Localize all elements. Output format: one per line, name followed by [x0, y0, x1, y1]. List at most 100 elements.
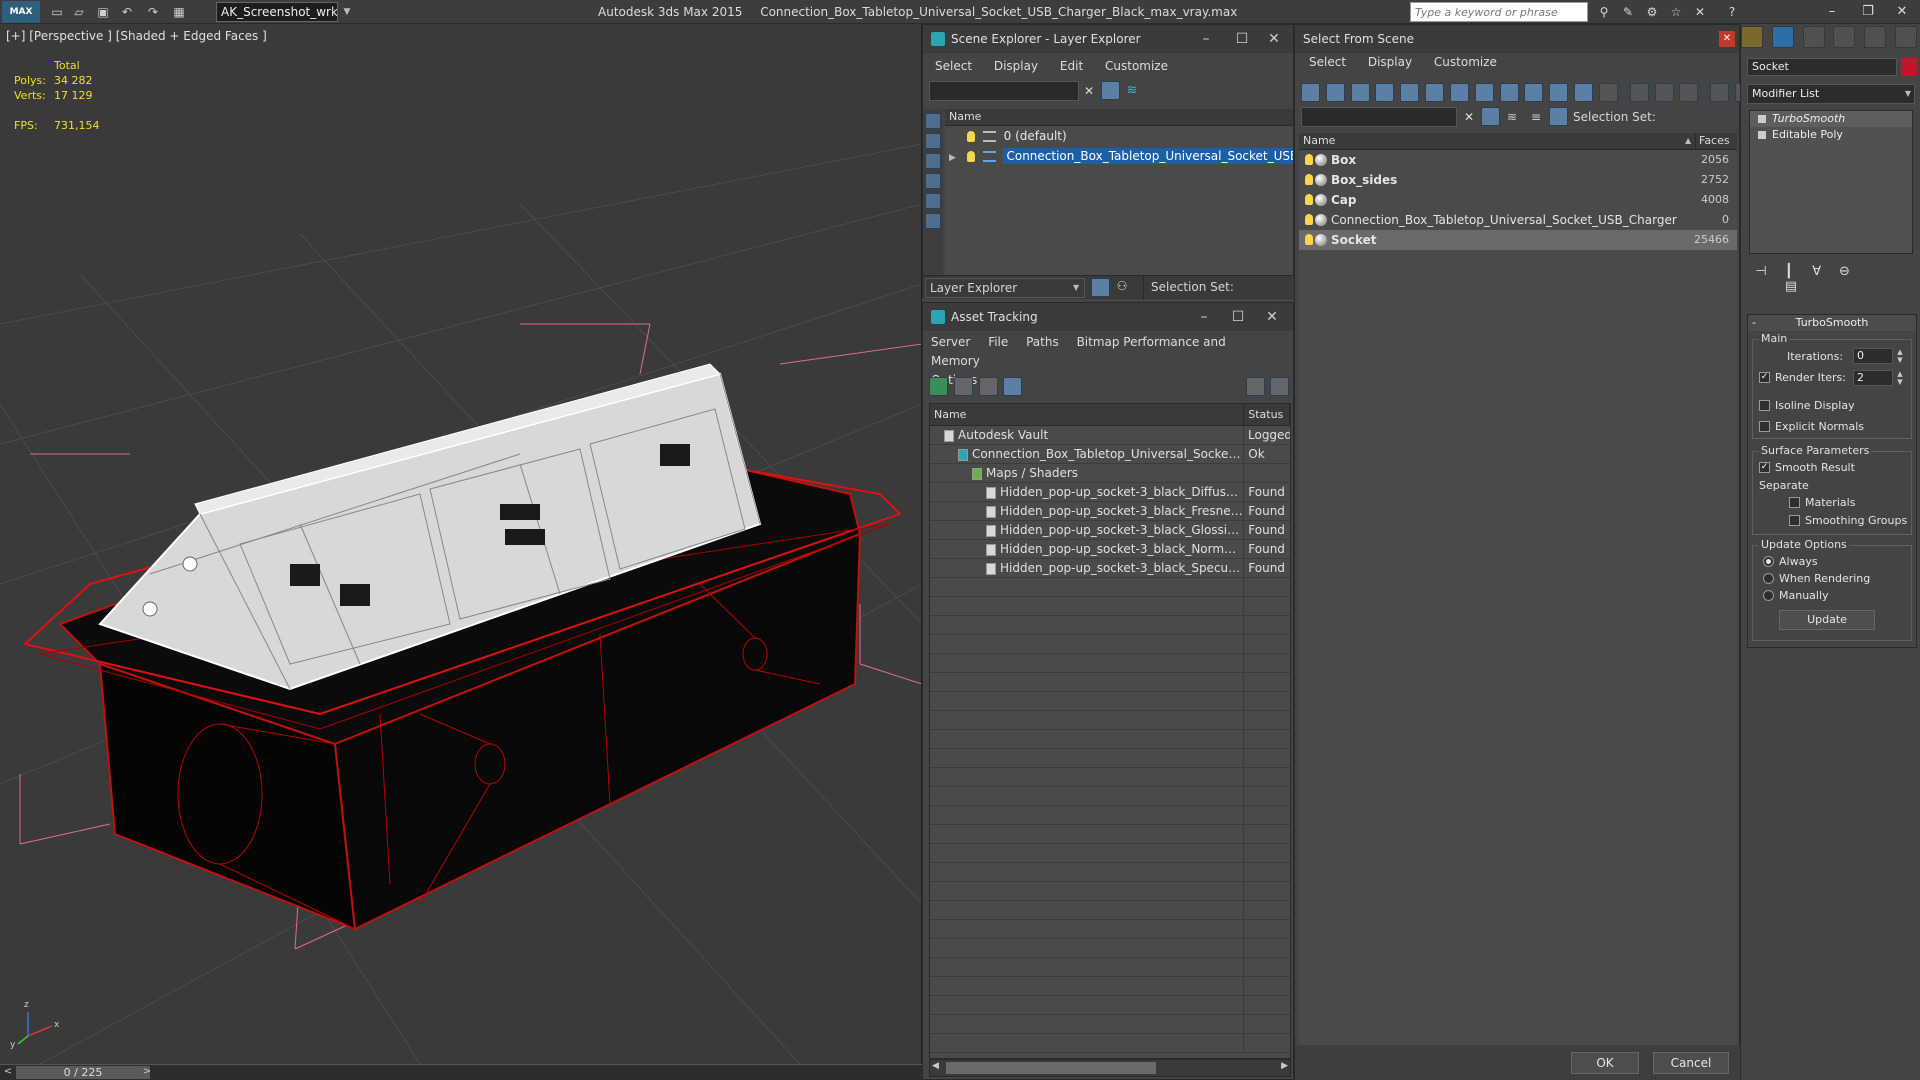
spinner-arrows-icon[interactable]: ▲ ▼ — [1895, 370, 1905, 386]
asset-tracking-titlebar[interactable]: Asset Tracking – ☐ ✕ — [923, 303, 1293, 331]
object-row[interactable]: Cap 4008 — [1299, 190, 1737, 210]
lightbulb-icon[interactable] — [1305, 214, 1313, 225]
display-frozen-icon[interactable] — [1549, 83, 1569, 102]
time-slider-next-button[interactable]: > — [140, 1065, 154, 1079]
restore-icon[interactable]: ❐ — [1850, 0, 1886, 24]
asset-row[interactable]: Hidden_pop-up_socket-3_black_Diffuse....… — [930, 483, 1290, 502]
always-radio[interactable] — [1763, 556, 1774, 567]
object-row[interactable]: Box_sides 2752 — [1299, 170, 1737, 190]
asset-row[interactable]: Connection_Box_Tabletop_Universal_Socket… — [930, 445, 1290, 464]
save-file-icon[interactable]: ▣ — [94, 3, 112, 21]
tools-icon[interactable]: ✎ — [1618, 3, 1638, 21]
menu-customize[interactable]: Customize — [1105, 59, 1168, 73]
cancel-button[interactable]: Cancel — [1653, 1052, 1729, 1074]
list-view-icon[interactable] — [953, 377, 973, 396]
refresh-icon[interactable] — [929, 377, 948, 396]
modify-tab-icon[interactable] — [1771, 26, 1794, 48]
exchange-icon[interactable]: ✕ — [1690, 3, 1710, 21]
menu-edit[interactable]: Edit — [1060, 59, 1083, 73]
table-view-icon[interactable] — [1003, 377, 1023, 396]
minimize-icon[interactable]: – — [1191, 25, 1221, 53]
asset-row[interactable]: Hidden_pop-up_socket-3_black_Fresnel....… — [930, 502, 1290, 521]
clear-search-icon[interactable]: ✕ — [1461, 109, 1477, 125]
minimize-icon[interactable]: – — [1189, 303, 1219, 331]
undo-icon[interactable]: ↶ — [118, 3, 136, 21]
perspective-viewport[interactable]: [+] [Perspective ] [Shaded + Edged Faces… — [0, 24, 922, 1064]
display-all-icon[interactable] — [1598, 83, 1618, 102]
select-all-icon[interactable] — [1629, 83, 1649, 102]
object-row[interactable]: Box 2056 — [1299, 150, 1737, 170]
object-row[interactable]: Socket 25466 — [1299, 230, 1737, 250]
object-row[interactable]: Connection_Box_Tabletop_Universal_Socket… — [1299, 210, 1737, 230]
scroll-right-icon[interactable]: ▶ — [1281, 1061, 1288, 1071]
chevron-down-icon[interactable]: ▼ — [340, 3, 354, 21]
display-lights-icon[interactable] — [1350, 83, 1370, 102]
horizontal-scrollbar[interactable]: ◀ ▶ — [929, 1059, 1291, 1077]
turbosmooth-rollout-header[interactable]: - TurboSmooth — [1748, 315, 1916, 331]
select-from-scene-titlebar[interactable]: Select From Scene — [1295, 25, 1739, 53]
project-folder-icon[interactable]: ▦ — [170, 3, 188, 21]
display-cameras-icon[interactable] — [1375, 83, 1395, 102]
column-header-name[interactable]: Name — [945, 109, 1293, 126]
layers-icon[interactable]: ≡ — [1527, 108, 1545, 126]
hierarchy-tab-icon[interactable] — [1802, 26, 1825, 48]
filter-icon[interactable] — [1710, 83, 1730, 102]
layer-row[interactable]: ▶ Connection_Box_Tabletop_Universal_Sock… — [945, 146, 1293, 166]
display-geometry-icon[interactable] — [1301, 83, 1320, 102]
scene-explorer-titlebar[interactable]: Scene Explorer - Layer Explorer – ☐ ✕ — [923, 25, 1293, 53]
time-slider[interactable]: 0 / 225 — [16, 1066, 150, 1079]
show-end-result-icon[interactable]: ┃ — [1777, 264, 1801, 279]
display-helpers-icon[interactable] — [1400, 83, 1420, 102]
when-rendering-radio[interactable] — [1763, 573, 1774, 584]
column-header-status[interactable]: Status — [1244, 404, 1290, 425]
help-icon[interactable]: ? — [1722, 3, 1742, 21]
maximize-icon[interactable]: ☐ — [1227, 25, 1257, 53]
display-helpers-icon[interactable] — [925, 193, 941, 209]
minimize-icon[interactable]: – — [1814, 0, 1850, 24]
scroll-left-icon[interactable]: ◀ — [932, 1061, 939, 1071]
expand-arrow-icon[interactable]: ▶ — [949, 148, 963, 166]
select-none-icon[interactable] — [1654, 83, 1674, 102]
asset-row[interactable]: Autodesk Vault Logged — [930, 426, 1290, 445]
chevron-down-icon[interactable]: ▼ — [1073, 278, 1085, 298]
materials-checkbox[interactable] — [1789, 497, 1800, 508]
chevron-down-icon[interactable]: ▼ — [1901, 86, 1915, 102]
menu-bitmap-performance[interactable]: Bitmap Performance and Memory — [931, 335, 1226, 368]
smoothing-groups-checkbox[interactable] — [1789, 515, 1800, 526]
make-unique-icon[interactable]: ∀ — [1805, 264, 1829, 279]
display-cameras-icon[interactable] — [925, 173, 941, 189]
render-iters-checkbox[interactable]: ✓ — [1759, 372, 1770, 383]
menu-paths[interactable]: Paths — [1026, 335, 1059, 349]
stack-item-turbosmooth[interactable]: TurboSmooth — [1750, 111, 1912, 127]
display-lights-icon[interactable] — [925, 153, 941, 169]
asset-row[interactable]: Hidden_pop-up_socket-3_black_Specula....… — [930, 559, 1290, 578]
utilities-tab-icon[interactable] — [1895, 26, 1918, 48]
render-iters-spinner[interactable]: 2 — [1853, 370, 1893, 386]
display-spacewarps-icon[interactable] — [925, 213, 941, 229]
display-shapes-icon[interactable] — [1325, 83, 1345, 102]
filter-icon[interactable] — [1101, 81, 1120, 100]
close-icon[interactable]: ✕ — [1719, 31, 1735, 47]
maximize-icon[interactable]: ☐ — [1223, 303, 1253, 331]
display-hidden-icon[interactable] — [1574, 83, 1594, 102]
update-button[interactable]: Update — [1779, 610, 1875, 630]
explorer-type-dropdown[interactable]: Layer Explorer — [925, 278, 1085, 298]
display-xrefs-icon[interactable] — [1474, 83, 1494, 102]
layer-row[interactable]: 0 (default) — [945, 126, 1293, 146]
redo-icon[interactable]: ↷ — [144, 3, 162, 21]
iterations-spinner[interactable]: 0 — [1853, 348, 1893, 364]
menu-display[interactable]: Display — [994, 59, 1038, 73]
thumbnail-view-icon[interactable] — [978, 377, 998, 396]
close-icon[interactable]: ✕ — [1884, 0, 1920, 24]
stack-item-editable-poly[interactable]: Editable Poly — [1750, 127, 1912, 143]
column-header-name[interactable]: Name — [930, 404, 1245, 425]
smooth-result-checkbox[interactable]: ✓ — [1759, 462, 1770, 473]
menu-file[interactable]: File — [988, 335, 1008, 349]
time-slider-prev-button[interactable]: < — [1, 1065, 15, 1079]
menu-customize[interactable]: Customize — [1434, 55, 1497, 69]
display-groups-icon[interactable] — [1449, 83, 1469, 102]
remove-modifier-icon[interactable]: ⊖ — [1832, 264, 1856, 279]
lightbulb-icon[interactable] — [1305, 154, 1313, 165]
help-icon[interactable] — [1246, 377, 1265, 396]
settings-icon[interactable] — [1270, 377, 1289, 396]
